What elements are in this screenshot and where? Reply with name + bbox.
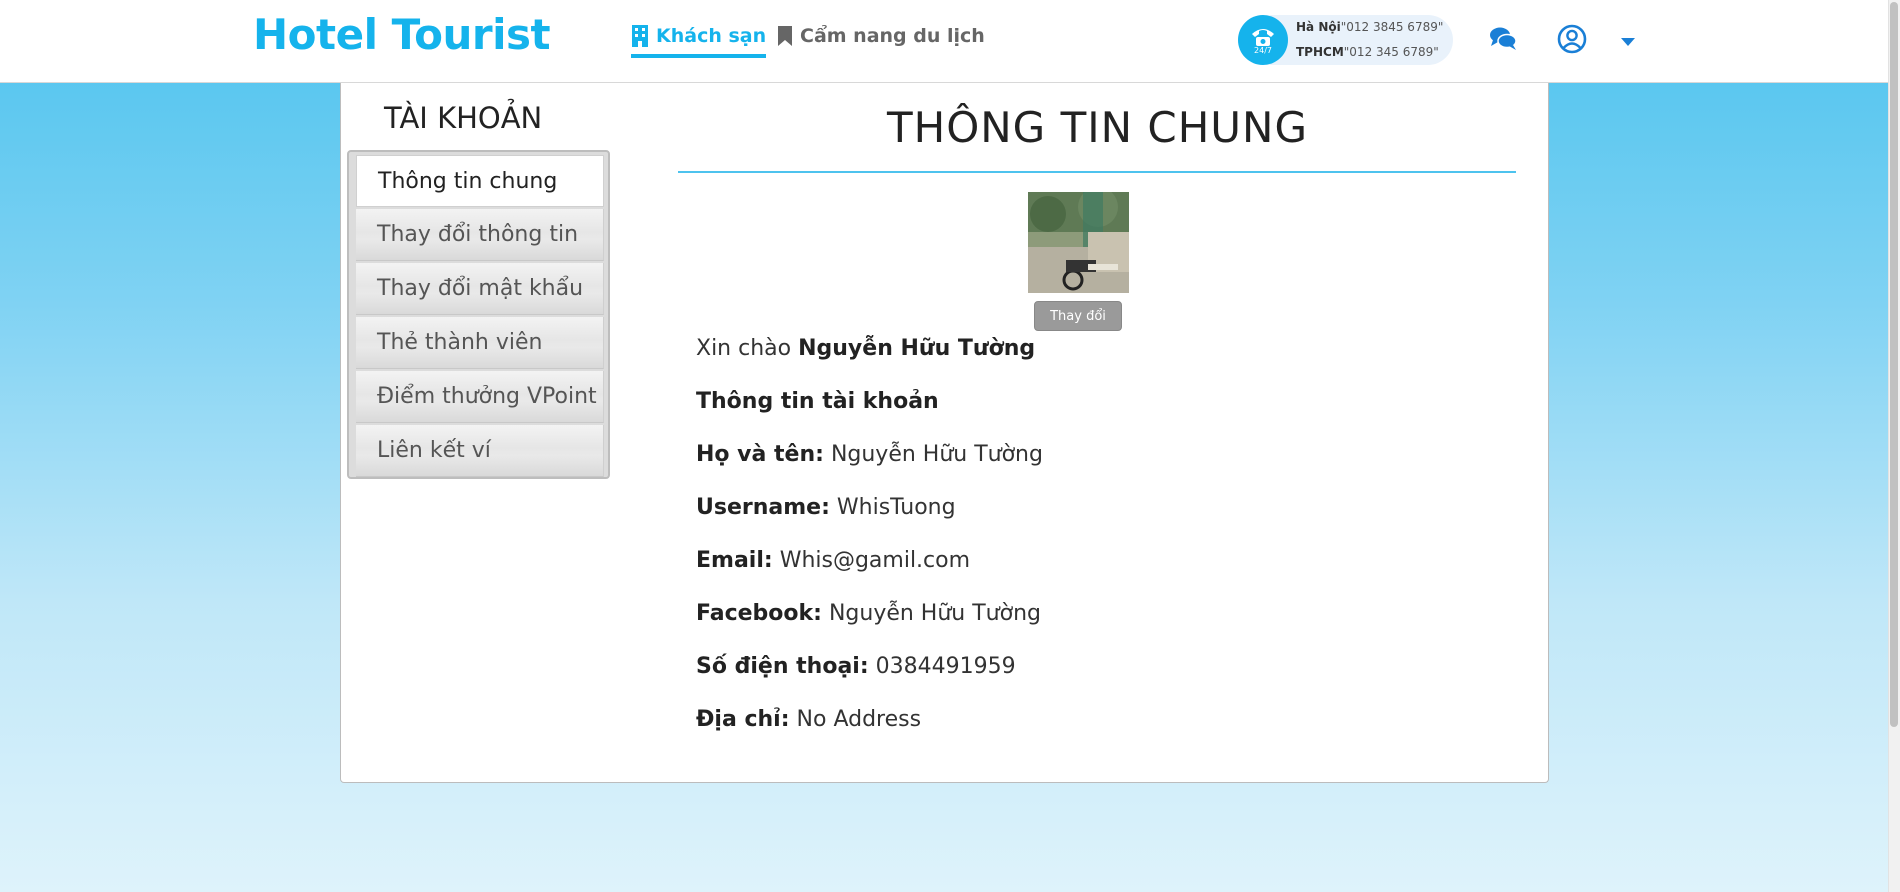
section-heading: Thông tin tài khoản	[696, 389, 939, 414]
sidebar-item-vpoint[interactable]: Điểm thưởng VPoint	[356, 371, 604, 423]
bookmark-icon	[778, 26, 792, 46]
scrollbar-thumb[interactable]	[1890, 2, 1898, 727]
greeting: Xin chào Nguyễn Hữu Tường	[696, 336, 1035, 361]
top-header: Hotel Tourist Khách sạn Cẩm nang du lịch…	[0, 0, 1888, 83]
building-icon	[632, 25, 648, 47]
field-label: Họ và tên:	[696, 442, 824, 467]
account-menu: Thông tin chung Thay đổi thông tin Thay …	[347, 150, 610, 479]
site-logo[interactable]: Hotel Tourist	[253, 10, 551, 59]
hotline-hanoi-number: "012 3845 6789"	[1340, 20, 1444, 34]
sidebar-item-wallet-link[interactable]: Liên kết ví	[356, 425, 604, 477]
user-circle-icon[interactable]	[1557, 24, 1587, 54]
sidebar-item-edit-info[interactable]: Thay đổi thông tin	[356, 209, 604, 261]
field-facebook: Facebook: Nguyễn Hữu Tường	[696, 601, 1041, 626]
section-heading-text: Thông tin tài khoản	[696, 389, 939, 414]
field-value: WhisTuong	[836, 495, 956, 520]
nav-hotels[interactable]: Khách sạn	[631, 22, 767, 58]
field-email: Email: Whis@gamil.com	[696, 548, 970, 573]
field-value: Nguyễn Hữu Tường	[830, 442, 1043, 467]
caret-down-icon[interactable]	[1620, 37, 1636, 47]
nav-travel-guide[interactable]: Cẩm nang du lịch	[777, 22, 985, 58]
sidebar-item-member-card[interactable]: Thẻ thành viên	[356, 317, 604, 369]
field-phone: Số điện thoại: 0384491959	[696, 654, 1016, 679]
page-scrollbar[interactable]	[1888, 0, 1900, 892]
hotline-hanoi-label: Hà Nội	[1296, 20, 1341, 34]
hotline-hcm-label: TPHCM	[1296, 45, 1344, 59]
hotline-box: 24/7 Hà Nội"012 3845 6789" TPHCM"012 345…	[1238, 15, 1453, 65]
field-label: Số điện thoại:	[696, 654, 869, 679]
field-value: 0384491959	[875, 654, 1016, 679]
nav-hotels-label: Khách sạn	[656, 25, 767, 47]
page-title: THÔNG TIN CHUNG	[886, 103, 1309, 152]
field-label: Facebook:	[696, 601, 822, 626]
field-value: No Address	[796, 707, 922, 732]
account-card: TÀI KHOẢN Thông tin chung Thay đổi thông…	[340, 83, 1549, 783]
nav-travel-guide-label: Cẩm nang du lịch	[800, 25, 985, 47]
field-value: Whis@gamil.com	[779, 548, 971, 573]
field-username: Username: WhisTuong	[696, 495, 956, 520]
greeting-name: Nguyễn Hữu Tường	[798, 336, 1036, 361]
greeting-prefix: Xin chào	[696, 336, 792, 361]
hotline-hcm: TPHCM"012 345 6789"	[1296, 45, 1439, 59]
field-fullname: Họ và tên: Nguyễn Hữu Tường	[696, 442, 1043, 467]
field-address: Địa chỉ: No Address	[696, 707, 921, 732]
field-label: Email:	[696, 548, 773, 573]
chat-icon[interactable]	[1489, 26, 1517, 52]
hotline-hcm-number: "012 345 6789"	[1343, 45, 1439, 59]
hotline-hanoi: Hà Nội"012 3845 6789"	[1296, 20, 1443, 34]
sidebar-item-change-password[interactable]: Thay đổi mật khẩu	[356, 263, 604, 315]
field-value: Nguyễn Hữu Tường	[828, 601, 1041, 626]
field-label: Địa chỉ:	[696, 707, 790, 732]
field-label: Username:	[696, 495, 830, 520]
sidebar-item-general-info[interactable]: Thông tin chung	[356, 155, 604, 207]
avatar	[1028, 192, 1129, 293]
hotline-badge: 24/7	[1254, 45, 1272, 55]
sidebar-title: TÀI KHOẢN	[384, 101, 543, 135]
phone-icon: 24/7	[1238, 15, 1288, 65]
change-avatar-button[interactable]: Thay đổi	[1034, 301, 1122, 331]
title-divider	[678, 171, 1516, 173]
